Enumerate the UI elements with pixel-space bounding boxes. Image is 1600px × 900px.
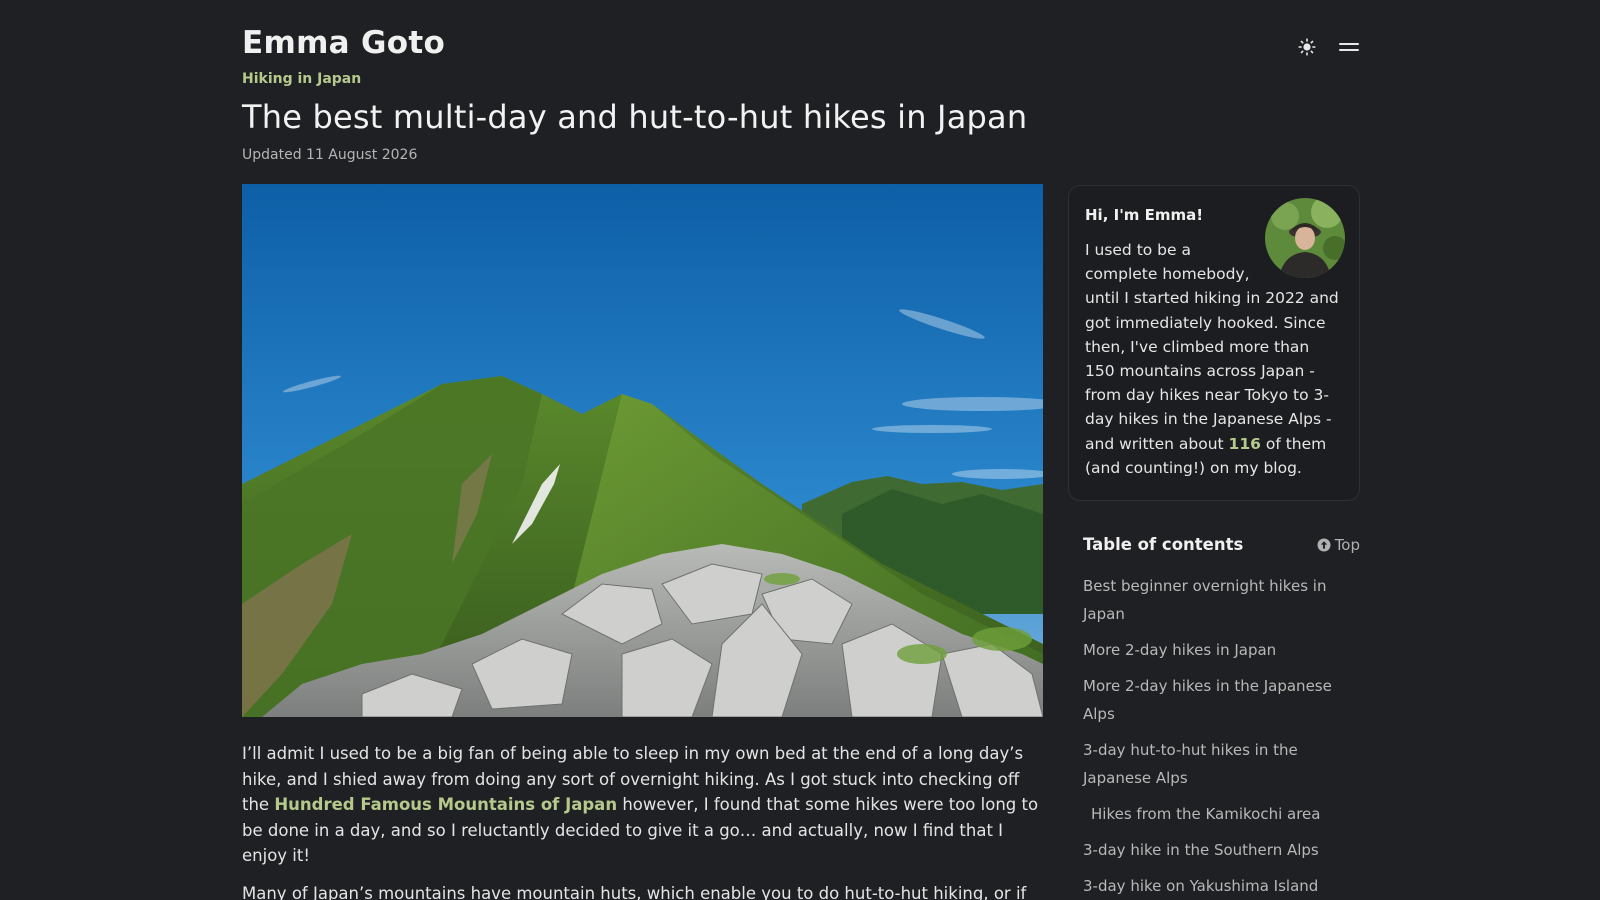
arrow-up-circle-icon [1317,538,1331,551]
menu-icon[interactable] [1338,36,1360,58]
toc-item[interactable]: 3-day hike on Yakushima Island [1083,872,1360,900]
toc-list: Best beginner overnight hikes in Japan M… [1083,572,1360,900]
toc-top-button[interactable]: Top [1317,536,1360,554]
toc-item[interactable]: 3-day hut-to-hut hikes in the Japanese A… [1083,736,1360,792]
hero-image [242,184,1043,717]
about-card: Hi, I'm Emma! I used to be a complete ho… [1068,185,1360,501]
header-icons [1296,36,1360,58]
avatar [1265,198,1345,278]
article-body: I’ll admit I used to be a big fan of bei… [242,741,1042,900]
post-count: 116 [1228,434,1261,453]
toc-header: Table of contents Top [1083,535,1360,554]
toc-item[interactable]: Best beginner overnight hikes in Japan [1083,572,1360,628]
toc-top-label: Top [1334,535,1360,554]
toc-title: Table of contents [1083,535,1244,554]
category-link[interactable]: Hiking in Japan [242,71,361,87]
article-paragraph-1: I’ll admit I used to be a big fan of bei… [242,741,1042,869]
toc-item[interactable]: More 2-day hikes in the Japanese Alps [1083,672,1360,728]
page-title: The best multi-day and hut-to-hut hikes … [242,98,1028,136]
toc-item[interactable]: 3-day hike in the Southern Alps [1083,836,1360,864]
sun-icon[interactable] [1296,36,1318,58]
hundred-famous-mountains-link[interactable]: Hundred Famous Mountains of Japan [274,795,617,814]
article-paragraph-2: Many of Japan’s mountains have mountain … [242,883,1027,900]
site-title-link[interactable]: Emma Goto [242,25,445,61]
updated-date: Updated 11 August 2026 [242,147,418,163]
table-of-contents: Table of contents Top Best beginner over… [1083,535,1360,900]
toc-item[interactable]: More 2-day hikes in Japan [1083,636,1360,664]
toc-subitem[interactable]: Hikes from the Kamikochi area [1083,800,1360,828]
